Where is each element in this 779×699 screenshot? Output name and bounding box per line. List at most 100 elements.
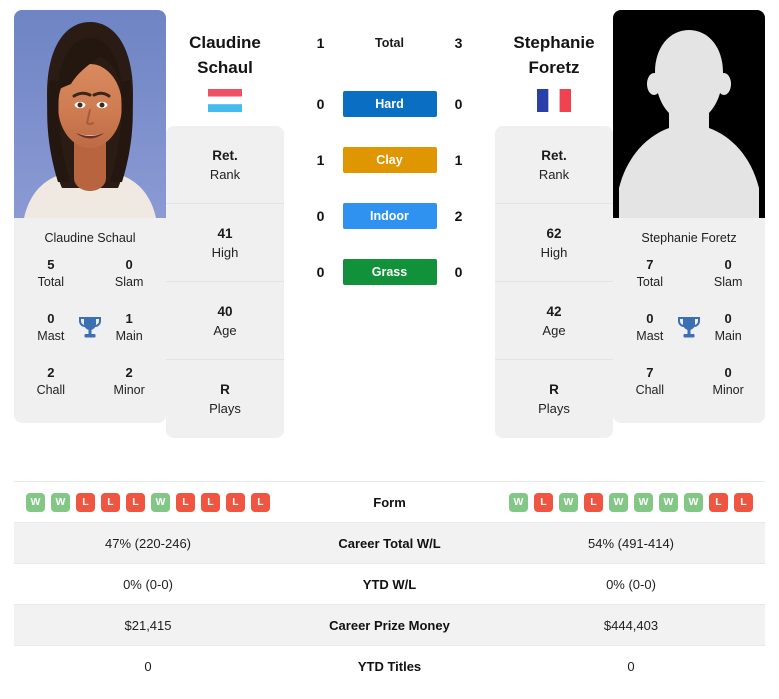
titles-minor-value: 2 xyxy=(125,365,133,380)
comparison-header: Claudine Schaul 5 Total 0 Slam 0 Mast 1 … xyxy=(0,0,779,475)
h2h-total-right: 3 xyxy=(454,35,463,51)
form-badge-win[interactable]: W xyxy=(609,492,628,512)
h2h-row-hard: 0 Hard 0 xyxy=(284,76,495,132)
right-form-badges: WLWLWWWWLL xyxy=(497,492,765,512)
flag-luxembourg-icon xyxy=(208,89,242,112)
row-label-career-total-wl: Career Total W/L xyxy=(338,535,441,551)
left-player-card[interactable]: Claudine Schaul 5 Total 0 Slam 0 Mast 1 … xyxy=(14,10,166,423)
trophy-icon xyxy=(675,311,704,341)
career-total-wl-left: 47% (220-246) xyxy=(105,535,191,551)
info-plays: R Plays xyxy=(166,360,284,438)
titles-slam-label: Slam xyxy=(114,275,144,289)
titles-main-value: 0 xyxy=(724,311,732,326)
info-rank-label: Rank xyxy=(209,166,241,182)
form-badge-win[interactable]: W xyxy=(634,492,653,512)
info-plays-value: R xyxy=(220,382,230,397)
titles-mast-label: Mast xyxy=(37,329,65,343)
titles-chall-label: Chall xyxy=(635,383,665,397)
info-high-value: 41 xyxy=(217,225,233,241)
career-prize-money-right: $444,403 xyxy=(603,617,659,633)
form-badge-loss[interactable]: L xyxy=(584,492,603,512)
player-comparison-page: Claudine Schaul 5 Total 0 Slam 0 Mast 1 … xyxy=(0,0,779,699)
form-badge-loss[interactable]: L xyxy=(251,492,270,512)
right-player-photo-column: Stephanie Foretz 7 Total 0 Slam 0 Mast 0… xyxy=(613,10,765,423)
form-badge-loss[interactable]: L xyxy=(201,492,220,512)
info-rank: Ret. Rank xyxy=(166,126,284,204)
table-row-ytd-titles: 0 YTD Titles 0 xyxy=(14,645,765,686)
form-badge-win[interactable]: W xyxy=(509,492,528,512)
left-player-info-card: Ret. Rank 41 High 40 Age R Plays xyxy=(166,126,284,438)
h2h-row-grass: 0 Grass 0 xyxy=(284,244,495,300)
titles-chall-label: Chall xyxy=(36,383,66,397)
titles-slam: 0 Slam xyxy=(703,257,753,291)
titles-total-label: Total xyxy=(37,275,65,289)
titles-chall: 2 Chall xyxy=(26,365,76,399)
ytd-titles-left: 0 xyxy=(144,658,152,674)
left-player-last-name: Schaul xyxy=(197,58,253,77)
titles-minor-value: 0 xyxy=(724,365,732,380)
row-label-ytd-titles: YTD Titles xyxy=(357,658,422,674)
ytd-wl-left: 0% (0-0) xyxy=(123,576,173,592)
h2h-grass-label[interactable]: Grass xyxy=(342,259,437,285)
form-badge-win[interactable]: W xyxy=(684,492,703,512)
info-age-label: Age xyxy=(213,322,237,338)
table-row-ytd-wl: 0% (0-0) YTD W/L 0% (0-0) xyxy=(14,563,765,604)
titles-slam-value: 0 xyxy=(724,257,732,272)
career-total-wl-right: 54% (491-414) xyxy=(588,535,674,551)
titles-total-label: Total xyxy=(636,275,664,289)
titles-minor: 0 Minor xyxy=(703,365,753,399)
right-player-photo-name: Stephanie Foretz xyxy=(641,231,737,245)
right-player-card[interactable]: Stephanie Foretz 7 Total 0 Slam 0 Mast 0… xyxy=(613,10,765,423)
titles-mast-label: Mast xyxy=(636,329,664,343)
flag-france-icon xyxy=(537,89,571,112)
form-badge-win[interactable]: W xyxy=(659,492,678,512)
trophy-spacer xyxy=(76,365,105,369)
right-player-info-card: Ret. Rank 62 High 42 Age R Plays xyxy=(495,126,613,438)
form-badge-loss[interactable]: L xyxy=(709,492,728,512)
h2h-indoor-label[interactable]: Indoor xyxy=(342,203,437,229)
form-badge-win[interactable]: W xyxy=(26,492,45,512)
form-badge-win[interactable]: W xyxy=(51,492,70,512)
titles-minor-label: Minor xyxy=(113,383,145,397)
info-rank: Ret. Rank xyxy=(495,126,613,204)
h2h-clay-label[interactable]: Clay xyxy=(342,147,437,173)
form-badge-loss[interactable]: L xyxy=(226,492,245,512)
left-form-badges: WWLLLWLLLL xyxy=(14,492,282,512)
form-badge-loss[interactable]: L xyxy=(176,492,195,512)
stats-comparison-table: WWLLLWLLLL Form WLWLWWWWLL 47% (220-246)… xyxy=(14,481,765,686)
form-badge-loss[interactable]: L xyxy=(126,492,145,512)
right-player-titles: 7 Total 0 Slam 0 Mast 0 Main 7 Chall 0 M… xyxy=(613,257,765,415)
info-age: 42 Age xyxy=(495,282,613,360)
form-badge-loss[interactable]: L xyxy=(734,492,753,512)
trophy-spacer xyxy=(76,257,105,261)
titles-row: 7 Chall 0 Minor xyxy=(619,365,759,405)
form-badge-loss[interactable]: L xyxy=(76,492,95,512)
form-badge-loss[interactable]: L xyxy=(101,492,120,512)
table-row-form: WWLLLWLLLL Form WLWLWWWWLL xyxy=(14,481,765,522)
h2h-total-left: 1 xyxy=(316,35,325,51)
form-badge-loss[interactable]: L xyxy=(534,492,553,512)
info-plays-value: R xyxy=(549,382,559,397)
h2h-indoor-left: 0 xyxy=(316,208,325,224)
trophy-spacer xyxy=(675,365,704,369)
left-player-photo-name: Claudine Schaul xyxy=(44,231,136,245)
h2h-row-total: 1 Total 3 xyxy=(284,10,495,76)
titles-row: 5 Total 0 Slam xyxy=(20,257,160,311)
titles-total-value: 7 xyxy=(646,257,654,272)
titles-mast-value: 0 xyxy=(646,311,654,326)
table-row-career-prize-money: $21,415 Career Prize Money $444,403 xyxy=(14,604,765,645)
ytd-titles-right: 0 xyxy=(627,658,635,674)
form-badge-win[interactable]: W xyxy=(151,492,170,512)
right-player-heading: Stephanie Foretz xyxy=(495,10,613,126)
form-badge-win[interactable]: W xyxy=(559,492,578,512)
info-high-label: High xyxy=(540,244,568,260)
right-player-first-name: Stephanie xyxy=(513,33,595,52)
h2h-hard-label[interactable]: Hard xyxy=(342,91,437,117)
h2h-clay-left: 1 xyxy=(316,152,325,168)
h2h-row-indoor: 0 Indoor 2 xyxy=(284,188,495,244)
info-high-label: High xyxy=(211,244,239,260)
titles-slam-value: 0 xyxy=(125,257,133,272)
info-plays-label: Plays xyxy=(209,401,241,416)
titles-row: 0 Mast xyxy=(20,311,160,365)
titles-mast: 0 Mast xyxy=(625,311,675,345)
